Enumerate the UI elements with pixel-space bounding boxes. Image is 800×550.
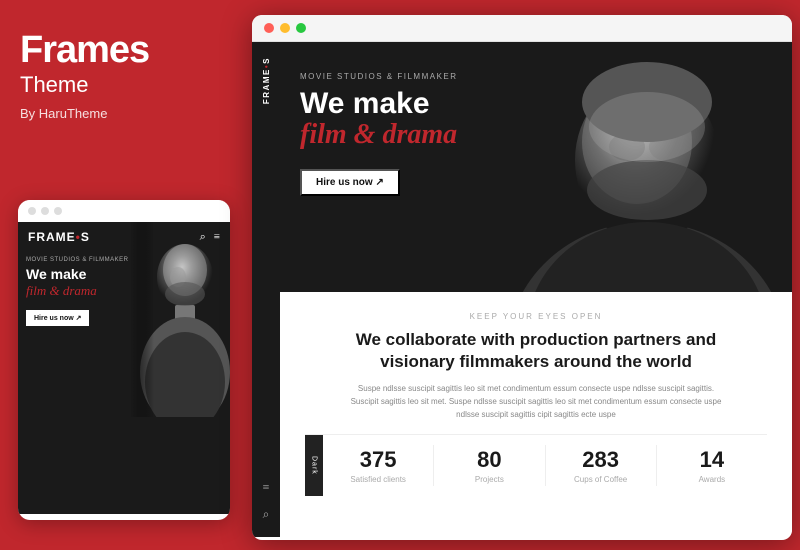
mobile-menu-icon: ≡ <box>214 231 220 244</box>
hero-headline: We make film & drama <box>300 87 772 151</box>
stat-item-0: 375 Satisfied clients <box>323 435 433 496</box>
brand-author: By HaruTheme <box>20 106 228 121</box>
desktop-hero: MOVIE STUDIOS & FILMMAKER We make film &… <box>280 42 792 292</box>
dark-tab-text: Dark <box>311 456 318 475</box>
sidenav-menu-icon[interactable]: ≡ <box>263 480 270 495</box>
desktop-main: MOVIE STUDIOS & FILMMAKER We make film &… <box>280 42 792 537</box>
browser-dot-yellow <box>280 23 290 33</box>
mobile-dot-3 <box>54 207 62 215</box>
stat-number-0: 375 <box>328 447 428 473</box>
desktop-top-bar <box>252 15 792 42</box>
mobile-headline-italic: film & drama <box>26 283 129 299</box>
mobile-headline: We make <box>26 266 129 283</box>
mobile-nav: FRAME•S ⌕ ≡ <box>18 222 230 252</box>
mobile-top-bar <box>18 200 230 222</box>
section2-body: Suspe ndlsse suscipit sagittis leo sit m… <box>346 383 726 421</box>
mobile-dot-1 <box>28 207 36 215</box>
desktop-body: FRAME•S ≡ ⌕ <box>252 42 792 537</box>
stat-item-1: 80 Projects <box>434 435 544 496</box>
desktop-section2: KEEP YOUR EYES OPEN We collaborate with … <box>280 292 792 537</box>
mobile-cta-button[interactable]: Hire us now ↗ <box>26 310 89 326</box>
mobile-search-icon: ⌕ <box>200 231 206 244</box>
stats-bar: Dark 375 Satisfied clients 80 Projects <box>305 434 767 496</box>
mobile-hero-text: MOVIE STUDIOS & FILMMAKER We make film &… <box>26 257 129 326</box>
brand-subtitle: Theme <box>20 72 228 98</box>
mobile-logo: FRAME•S <box>28 230 90 244</box>
dark-tab: Dark <box>305 435 323 496</box>
sidenav-logo: FRAME•S <box>262 57 271 104</box>
sidenav-search-icon[interactable]: ⌕ <box>263 507 270 522</box>
hero-content: MOVIE STUDIOS & FILMMAKER We make film &… <box>280 42 792 292</box>
mobile-dot-2 <box>41 207 49 215</box>
stat-label-1: Projects <box>439 475 539 484</box>
stat-number-2: 283 <box>551 447 651 473</box>
browser-dot-green <box>296 23 306 33</box>
browser-dot-red <box>264 23 274 33</box>
mobile-mockup: FRAME•S ⌕ ≡ <box>18 200 230 520</box>
stat-label-2: Cups of Coffee <box>551 475 651 484</box>
section2-tag: KEEP YOUR EYES OPEN <box>305 312 767 321</box>
desktop-sidenav: FRAME•S ≡ ⌕ <box>252 42 280 537</box>
brand-title: Frames <box>20 30 228 72</box>
mobile-hero-tag: MOVIE STUDIOS & FILMMAKER <box>26 257 129 263</box>
stat-item-3: 14 Awards <box>657 435 767 496</box>
section2-headline: We collaborate with production partners … <box>326 329 746 373</box>
hero-headline-italic: film & drama <box>300 120 772 151</box>
mobile-content: FRAME•S ⌕ ≡ <box>18 222 230 514</box>
stat-label-0: Satisfied clients <box>328 475 428 484</box>
hero-tag: MOVIE STUDIOS & FILMMAKER <box>300 72 772 81</box>
stat-item-2: 283 Cups of Coffee <box>546 435 656 496</box>
stat-label-3: Awards <box>662 475 762 484</box>
stat-number-1: 80 <box>439 447 539 473</box>
desktop-mockup: FRAME•S ≡ ⌕ <box>252 15 792 540</box>
stat-number-3: 14 <box>662 447 762 473</box>
left-panel: Frames Theme By HaruTheme FRAME•S ⌕ ≡ <box>0 0 248 550</box>
hero-cta-button[interactable]: Hire us now ↗ <box>300 169 400 196</box>
mobile-nav-icons: ⌕ ≡ <box>200 231 220 244</box>
